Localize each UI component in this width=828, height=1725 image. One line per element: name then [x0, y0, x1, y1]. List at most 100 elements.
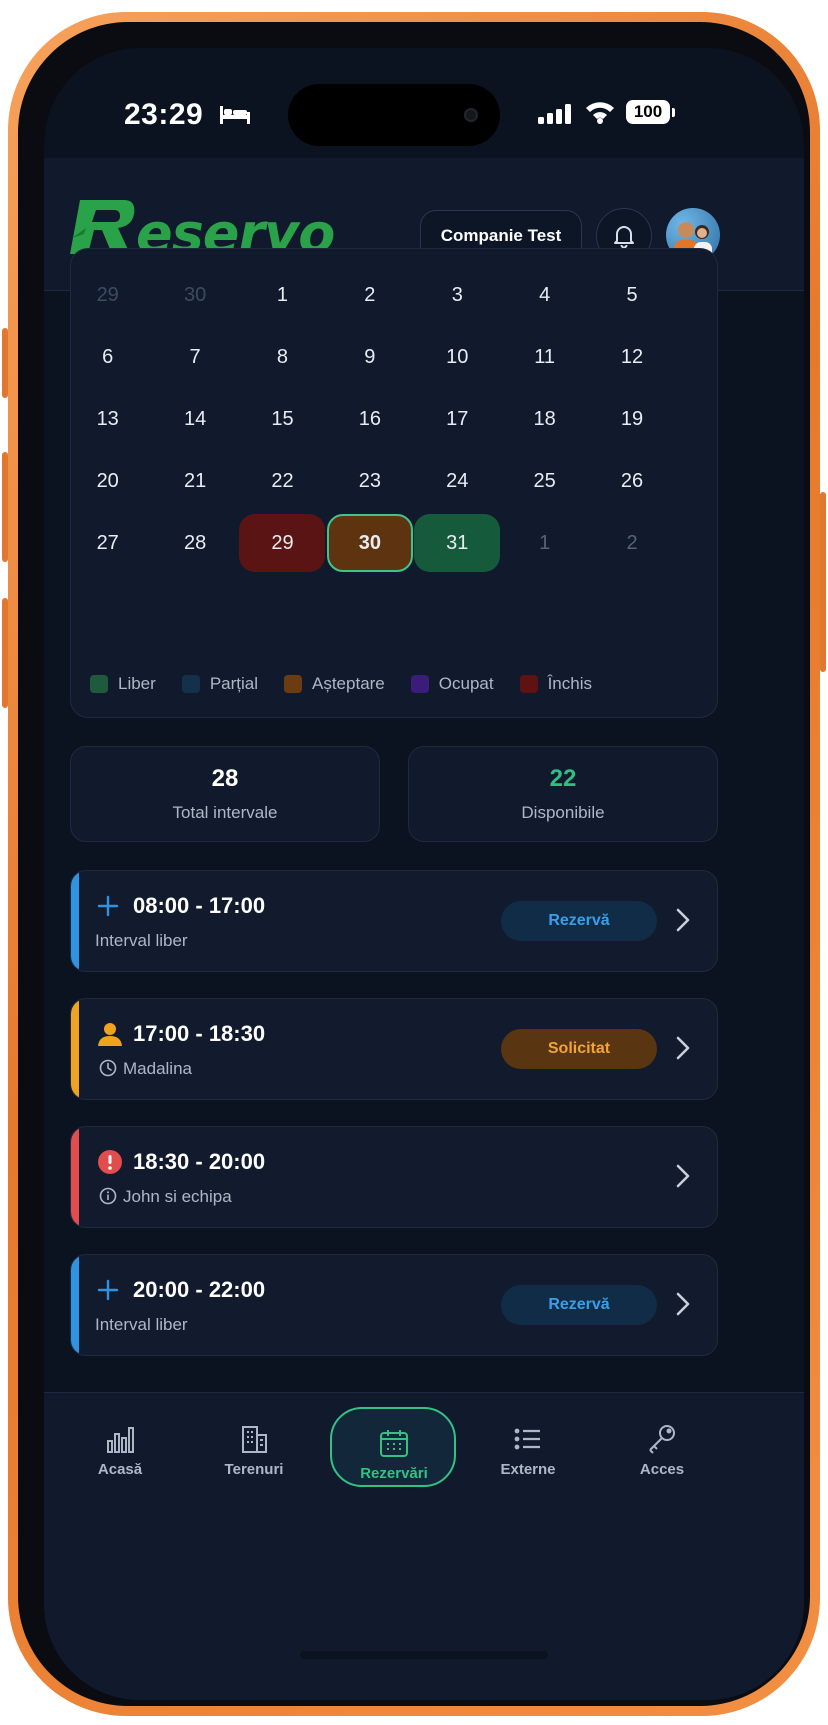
legend-swatch	[90, 675, 108, 693]
alert-icon	[98, 1150, 122, 1174]
slot-subtitle: Madalina	[123, 1059, 192, 1078]
nav-item-courts[interactable]: Terenuri	[194, 1423, 314, 1478]
legend-label: Ocupat	[438, 674, 494, 693]
legend-label: Închis	[547, 674, 592, 693]
calendar-day[interactable]: 6	[64, 326, 151, 388]
nav-item-external[interactable]: Externe	[468, 1423, 588, 1478]
calendar-day[interactable]: 12	[588, 326, 675, 388]
calendar-week: 6 7 8 9 10 11 12	[64, 326, 676, 388]
nav-item-access[interactable]: Acces	[602, 1423, 722, 1478]
reserve-button[interactable]: Rezervă	[501, 1285, 657, 1325]
camera-icon	[464, 108, 478, 122]
calendar-day[interactable]: 9	[326, 326, 413, 388]
calendar-day[interactable]: 25	[501, 450, 588, 512]
slot-time: 20:00 - 22:00	[133, 1277, 266, 1302]
calendar-day[interactable]: 15	[239, 388, 326, 450]
slot-subtitle: John si echipa	[123, 1187, 232, 1206]
info-icon	[99, 1187, 117, 1205]
home-indicator	[300, 1651, 548, 1659]
chevron-right-icon[interactable]	[675, 1035, 691, 1061]
stat-available-value: 22	[549, 765, 577, 792]
clock-icon	[99, 1059, 117, 1077]
calendar-day[interactable]: 1	[239, 264, 326, 326]
calendar-day[interactable]: 28	[151, 512, 238, 574]
slot-accent-bar	[71, 1127, 79, 1227]
slot-card[interactable]: 08:00 - 17:00 Interval liber Rezervă	[70, 870, 718, 972]
legend-label: Așteptare	[312, 674, 385, 693]
slot-card[interactable]: 18:30 - 20:00 John si echipa	[70, 1126, 718, 1228]
chevron-right-icon[interactable]	[675, 1163, 691, 1189]
legend-item-liber: Liber	[90, 674, 156, 694]
calendar-day[interactable]: 11	[501, 326, 588, 388]
calendar-week: 29 30 1 2 3 4 5	[64, 264, 676, 326]
calendar-day[interactable]: 20	[64, 450, 151, 512]
calendar-day: 30	[183, 283, 207, 306]
nav-label: Externe	[500, 1461, 556, 1478]
reserve-button[interactable]: Rezervă	[501, 901, 657, 941]
bell-icon	[614, 226, 634, 249]
legend-swatch	[519, 675, 538, 693]
calendar-day[interactable]: 18	[501, 388, 588, 450]
calendar-day[interactable]: 21	[151, 450, 238, 512]
calendar-day[interactable]: 5	[588, 264, 675, 326]
legend-label: Parțial	[209, 674, 258, 693]
calendar-day[interactable]: 10	[414, 326, 501, 388]
calendar-day[interactable]: 24	[414, 450, 501, 512]
calendar-day[interactable]: 26	[588, 450, 675, 512]
legend-item-inchis: Închis	[519, 674, 592, 694]
slot-subtitle: Interval liber	[95, 1315, 188, 1334]
calendar-day-closed[interactable]: 29	[239, 512, 326, 574]
calendar-day[interactable]: 13	[64, 388, 151, 450]
slot-card[interactable]: 20:00 - 22:00 Interval liber Rezervă	[70, 1254, 718, 1356]
user-icon	[98, 1023, 122, 1046]
slot-subtitle: Interval liber	[95, 931, 188, 950]
nav-item-reservations[interactable]: Rezervări	[334, 1427, 454, 1482]
chevron-right-icon[interactable]	[675, 1291, 691, 1317]
slot-accent-bar	[71, 1255, 79, 1355]
stat-total-card: 28 Total intervale	[70, 746, 380, 842]
legend-swatch	[181, 675, 200, 693]
nav-item-home[interactable]: Acasă	[60, 1423, 180, 1478]
power-button	[820, 492, 826, 672]
legend-label: Liber	[118, 674, 156, 693]
calendar-day-selected[interactable]: 30	[326, 512, 413, 574]
calendar-day[interactable]: 4	[501, 264, 588, 326]
calendar-day[interactable]: 22	[239, 450, 326, 512]
calendar-day[interactable]: 23	[326, 450, 413, 512]
legend-swatch	[410, 675, 429, 693]
calendar-day[interactable]: 16	[326, 388, 413, 450]
stat-total-label: Total intervale	[172, 803, 278, 822]
nav-label: Acasă	[97, 1461, 143, 1478]
calendar-day[interactable]: 27	[64, 512, 151, 574]
dynamic-island	[288, 84, 500, 146]
legend-item-asteptare: Așteptare	[284, 674, 385, 694]
calendar-day[interactable]: 8	[239, 326, 326, 388]
calendar-week: 27 28 29 30 31 1 2	[64, 512, 676, 574]
nav-label: Terenuri	[224, 1461, 284, 1478]
calendar-day: 29	[96, 283, 119, 306]
calendar-day[interactable]: 7	[151, 326, 238, 388]
bottom-navigation: Acasă Terenuri Rezervări Externe Acces	[44, 1392, 804, 1700]
calendar-day[interactable]: 19	[588, 388, 675, 450]
chevron-right-icon[interactable]	[675, 907, 691, 933]
slot-time: 17:00 - 18:30	[133, 1021, 266, 1046]
calendar-day[interactable]: 17	[414, 388, 501, 450]
phone-frame: 23:29 100 eservo Companie Test 29 30 1 2…	[2, 12, 826, 1716]
calendar-day-selected-label: 30	[326, 514, 413, 572]
calendar-day[interactable]: 14	[151, 388, 238, 450]
requested-status-button[interactable]: Solicitat	[501, 1029, 657, 1069]
plus-icon	[97, 1279, 119, 1301]
stat-available-card: 22 Disponibile	[408, 746, 718, 842]
nav-label: Acces	[639, 1461, 685, 1478]
calendar-day-free[interactable]: 31	[414, 512, 501, 574]
bed-icon	[220, 106, 250, 124]
screen: 23:29 100 eservo Companie Test 29 30 1 2…	[44, 48, 804, 1700]
calendar-day[interactable]: 2	[326, 264, 413, 326]
chart-icon	[107, 1427, 134, 1453]
slot-card[interactable]: 17:00 - 18:30 Madalina Solicitat	[70, 998, 718, 1100]
calendar-day[interactable]: 3	[414, 264, 501, 326]
key-icon	[649, 1425, 675, 1454]
nav-label: Rezervări	[360, 1465, 428, 1482]
battery-tip	[672, 108, 675, 117]
calendar-day: 2	[626, 531, 638, 554]
